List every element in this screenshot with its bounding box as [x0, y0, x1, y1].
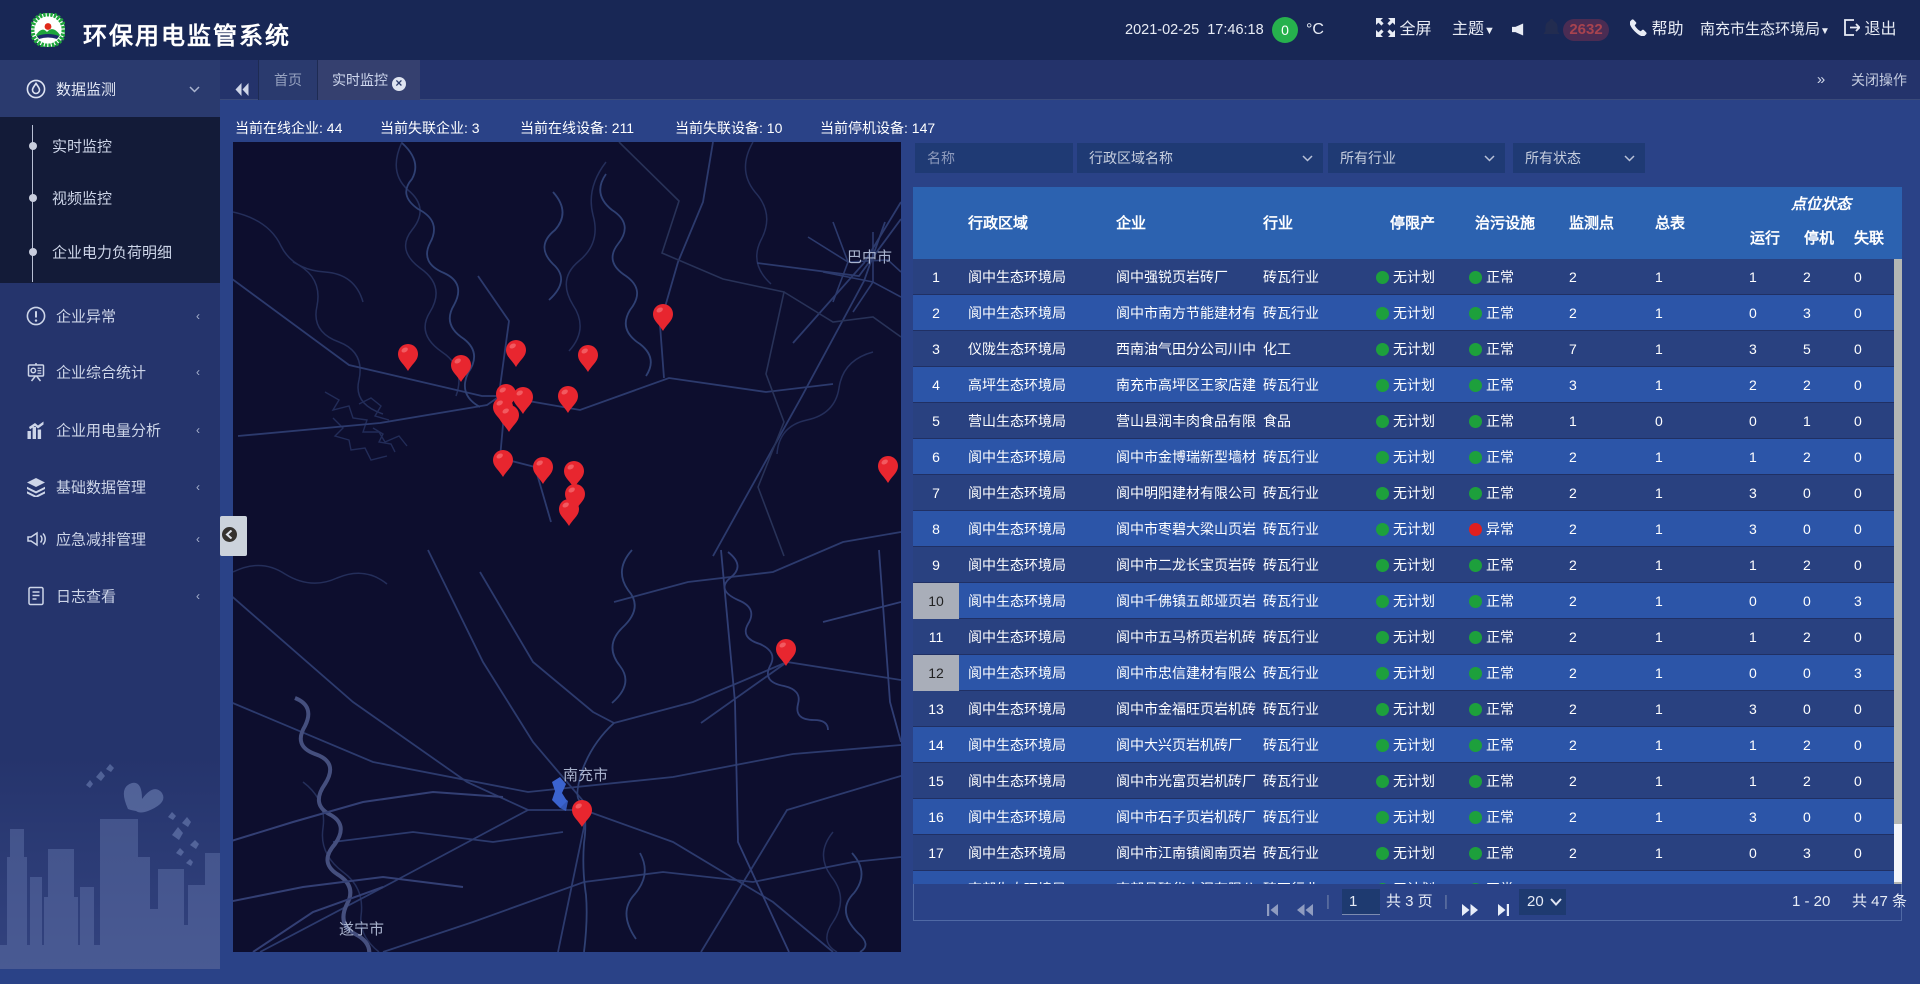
svg-text:巴中市: 巴中市 [847, 249, 892, 266]
svg-text:南充市: 南充市 [563, 767, 608, 784]
svg-text:遂宁市: 遂宁市 [339, 921, 384, 938]
